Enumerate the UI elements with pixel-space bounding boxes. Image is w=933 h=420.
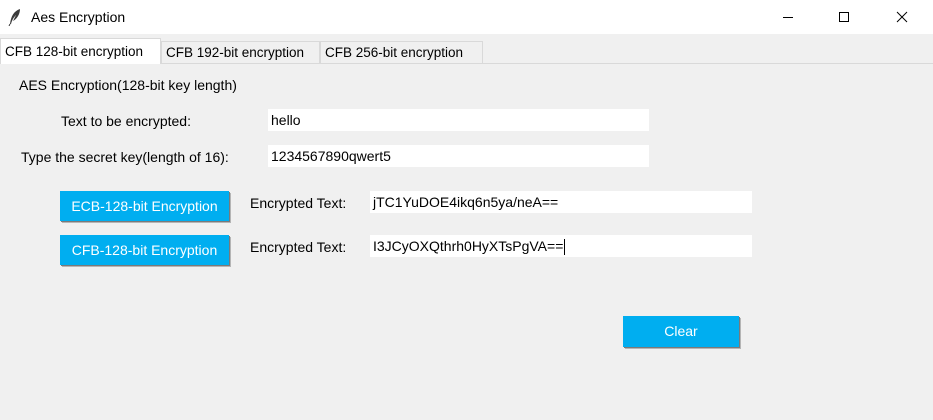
- plaintext-input[interactable]: hello: [268, 109, 649, 131]
- feather-icon: [8, 8, 22, 27]
- text-caret: [564, 239, 566, 256]
- notebook-tabs: CFB 192-bit encryption CFB 256-bit encry…: [0, 37, 933, 64]
- minimize-icon: [782, 11, 794, 23]
- secret-key-input[interactable]: 1234567890qwert5: [268, 145, 649, 167]
- clear-button[interactable]: Clear: [623, 316, 739, 347]
- ecb-result-label: Encrypted Text:: [250, 195, 347, 211]
- cfb-encrypt-button[interactable]: CFB-128-bit Encryption: [60, 235, 229, 265]
- panel-heading: AES Encryption(128-bit key length): [19, 77, 237, 93]
- close-icon: [896, 11, 908, 23]
- plaintext-value: hello: [271, 112, 301, 128]
- minimize-button[interactable]: [765, 0, 811, 34]
- tab-cfb-256[interactable]: CFB 256-bit encryption: [320, 41, 483, 63]
- window-title: Aes Encryption: [31, 9, 126, 25]
- ecb-result-field[interactable]: jTC1YuDOE4ikq6n5ya/neA==: [370, 191, 752, 213]
- ecb-result-value: jTC1YuDOE4ikq6n5ya/neA==: [373, 194, 559, 210]
- close-button[interactable]: [879, 0, 925, 34]
- text-label: Text to be encrypted:: [61, 113, 191, 129]
- title-bar: Aes Encryption: [0, 0, 933, 34]
- maximize-button[interactable]: [821, 0, 867, 34]
- maximize-icon: [838, 11, 850, 23]
- ecb-encrypt-button[interactable]: ECB-128-bit Encryption: [60, 191, 229, 221]
- key-label: Type the secret key(length of 16):: [21, 149, 229, 165]
- cfb-result-label: Encrypted Text:: [250, 239, 347, 255]
- cfb-result-value: I3JCyOXQthrh0HyXTsPgVA==: [373, 238, 564, 254]
- secret-key-value: 1234567890qwert5: [271, 148, 391, 164]
- tab-panel: AES Encryption(128-bit key length) Text …: [0, 63, 933, 420]
- cfb-result-field[interactable]: I3JCyOXQthrh0HyXTsPgVA==: [370, 235, 752, 257]
- tab-cfb-128[interactable]: CFB 128-bit encryption: [0, 38, 161, 64]
- tab-cfb-192[interactable]: CFB 192-bit encryption: [161, 41, 320, 63]
